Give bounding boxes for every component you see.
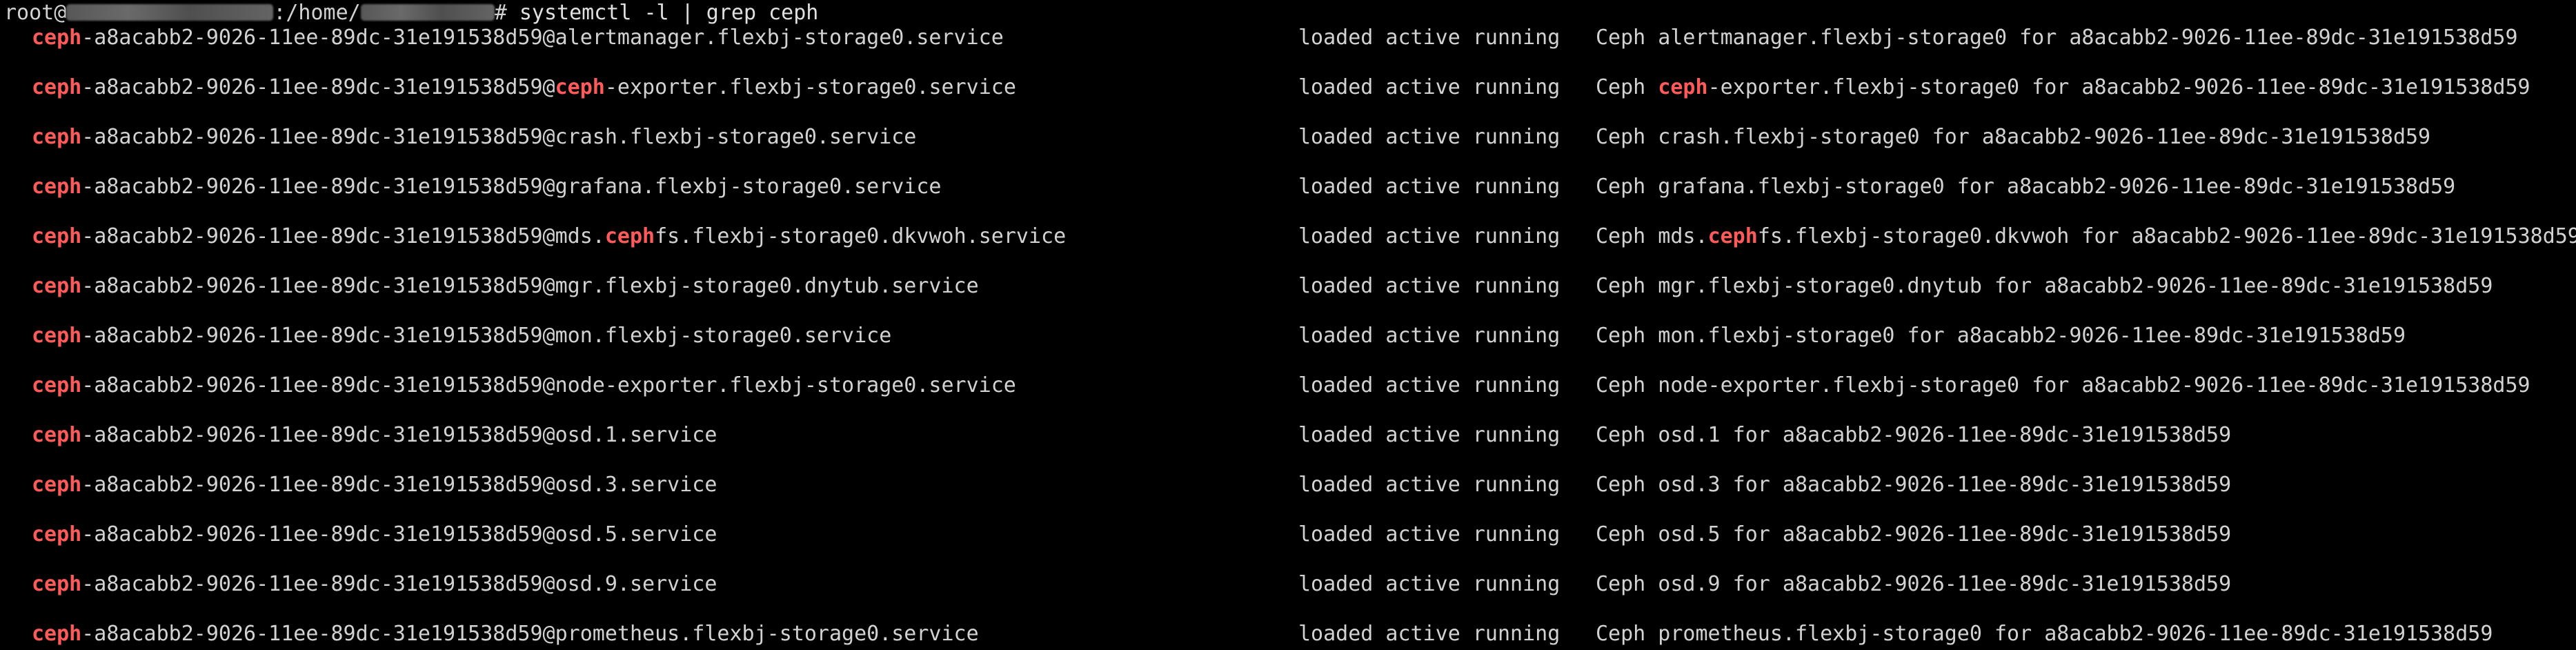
unit-description: Ceph node-exporter.flexbj-storage0 for a… [1596,373,2530,397]
unit-name: ceph-a8acabb2-9026-11ee-89dc-31e191538d5… [32,125,917,149]
unit-description: Ceph mon.flexbj-storage0 for a8acabb2-90… [1596,324,2406,348]
unit-name: ceph-a8acabb2-9026-11ee-89dc-31e191538d5… [32,175,942,199]
service-row: ceph-a8acabb2-9026-11ee-89dc-31e191538d5… [0,125,2576,150]
grep-match: ceph [32,75,82,99]
prompt-user: root@ [4,1,67,25]
unit-state: loaded active running [1298,572,1561,596]
grep-match: ceph [32,324,82,348]
unit-name: ceph-a8acabb2-9026-11ee-89dc-31e191538d5… [32,26,1004,50]
grep-match: ceph [32,274,82,298]
unit-state: loaded active running [1298,175,1561,199]
grep-match: ceph [1658,75,1708,99]
unit-description: Ceph grafana.flexbj-storage0 for a8acabb… [1596,175,2456,199]
unit-name: ceph-a8acabb2-9026-11ee-89dc-31e191538d5… [32,622,979,646]
grep-match: ceph [32,175,82,199]
prompt-command: systemctl -l | grep ceph [519,1,819,25]
terminal-window[interactable]: root@ :/home/ # systemctl -l | grep ceph c… [0,0,2576,650]
unit-state: loaded active running [1298,125,1561,149]
service-row: ceph-a8acabb2-9026-11ee-89dc-31e191538d5… [0,75,2576,100]
unit-name: ceph-a8acabb2-9026-11ee-89dc-31e191538d5… [32,373,1016,397]
grep-match: ceph [1707,224,1758,248]
grep-match: ceph [32,423,82,447]
service-row: ceph-a8acabb2-9026-11ee-89dc-31e191538d5… [0,324,2576,348]
service-row: ceph-a8acabb2-9026-11ee-89dc-31e191538d5… [0,522,2576,547]
unit-state: loaded active running [1298,423,1561,447]
service-row: ceph-a8acabb2-9026-11ee-89dc-31e191538d5… [0,572,2576,597]
grep-match: ceph [32,125,82,149]
unit-description: Ceph crash.flexbj-storage0 for a8acabb2-… [1596,125,2431,149]
unit-state: loaded active running [1298,26,1561,50]
unit-state: loaded active running [1298,324,1561,348]
unit-name: ceph-a8acabb2-9026-11ee-89dc-31e191538d5… [32,522,717,546]
unit-state: loaded active running [1298,274,1561,298]
redacted-hostname [66,3,274,21]
service-row: ceph-a8acabb2-9026-11ee-89dc-31e191538d5… [0,274,2576,299]
grep-match: ceph [32,373,82,397]
unit-description: Ceph mgr.flexbj-storage0.dnytub for a8ac… [1596,274,2493,298]
unit-name: ceph-a8acabb2-9026-11ee-89dc-31e191538d5… [32,473,717,497]
redacted-username [360,3,495,21]
unit-name: ceph-a8acabb2-9026-11ee-89dc-31e191538d5… [32,224,1067,248]
service-row: ceph-a8acabb2-9026-11ee-89dc-31e191538d5… [0,622,2576,647]
unit-state: loaded active running [1298,75,1561,99]
unit-description: Ceph mds.cephfs.flexbj-storage0.dkvwoh f… [1596,224,2576,248]
unit-description: Ceph prometheus.flexbj-storage0 for a8ac… [1596,622,2493,646]
service-row: ceph-a8acabb2-9026-11ee-89dc-31e191538d5… [0,26,2576,50]
service-row: ceph-a8acabb2-9026-11ee-89dc-31e191538d5… [0,175,2576,199]
unit-state: loaded active running [1298,622,1561,646]
unit-description: Ceph osd.5 for a8acabb2-9026-11ee-89dc-3… [1596,522,2232,546]
unit-name: ceph-a8acabb2-9026-11ee-89dc-31e191538d5… [32,324,892,348]
service-row: ceph-a8acabb2-9026-11ee-89dc-31e191538d5… [0,373,2576,398]
grep-match: ceph [32,473,82,497]
unit-description: Ceph osd.9 for a8acabb2-9026-11ee-89dc-3… [1596,572,2232,596]
grep-match: ceph [32,522,82,546]
unit-description: Ceph alertmanager.flexbj-storage0 for a8… [1596,26,2518,50]
unit-name: ceph-a8acabb2-9026-11ee-89dc-31e191538d5… [32,274,979,298]
unit-name: ceph-a8acabb2-9026-11ee-89dc-31e191538d5… [32,75,1016,99]
unit-state: loaded active running [1298,473,1561,497]
service-row: ceph-a8acabb2-9026-11ee-89dc-31e191538d5… [0,224,2576,249]
unit-state: loaded active running [1298,224,1561,248]
command-prompt: root@ :/home/ # systemctl -l | grep ceph [4,1,818,26]
grep-match: ceph [32,224,82,248]
service-row: ceph-a8acabb2-9026-11ee-89dc-31e191538d5… [0,473,2576,498]
grep-match: ceph [604,224,655,248]
service-row: ceph-a8acabb2-9026-11ee-89dc-31e191538d5… [0,423,2576,448]
unit-description: Ceph osd.1 for a8acabb2-9026-11ee-89dc-3… [1596,423,2232,447]
grep-match: ceph [32,572,82,596]
prompt-path-prefix: :/home/ [273,1,361,25]
unit-state: loaded active running [1298,522,1561,546]
unit-description: Ceph osd.3 for a8acabb2-9026-11ee-89dc-3… [1596,473,2232,497]
unit-name: ceph-a8acabb2-9026-11ee-89dc-31e191538d5… [32,572,717,596]
prompt-suffix: # [494,1,519,25]
grep-match: ceph [32,26,82,50]
unit-name: ceph-a8acabb2-9026-11ee-89dc-31e191538d5… [32,423,717,447]
grep-match: ceph [32,622,82,646]
unit-description: Ceph ceph-exporter.flexbj-storage0 for a… [1596,75,2530,99]
unit-state: loaded active running [1298,373,1561,397]
grep-match: ceph [555,75,605,99]
